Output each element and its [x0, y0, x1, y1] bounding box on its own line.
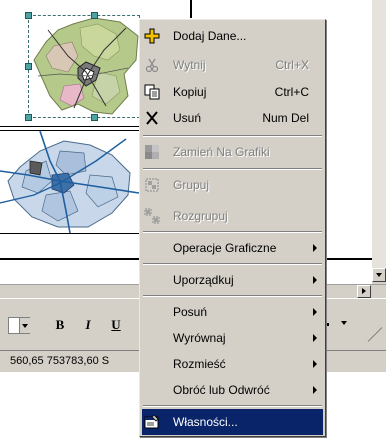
menu-item-label: Usuń — [173, 111, 202, 125]
scroll-down-button[interactable] — [372, 268, 386, 282]
menu-separator — [143, 295, 322, 297]
coordinates-readout: 560,65 753783,60 S — [10, 355, 110, 367]
menu-item-nudge[interactable]: Posuń — [142, 299, 323, 325]
menu-item-distribute[interactable]: Rozmieść — [142, 351, 323, 377]
delete-x-icon — [144, 110, 160, 126]
properties-icon — [144, 414, 160, 430]
submenu-arrow-icon — [313, 308, 317, 316]
menu-item-graphic-operations[interactable]: Operacje Graficzne — [142, 235, 323, 261]
vertical-scrollbar[interactable] — [372, 0, 386, 284]
menu-item-delete[interactable]: Usuń Num Del — [142, 105, 323, 131]
page-edge-line — [190, 0, 192, 18]
selection-handle-bottom[interactable] — [91, 114, 98, 121]
selection-handle-bottom-left[interactable] — [25, 114, 32, 121]
menu-item-rotate-or-flip[interactable]: Obróć lub Odwróć — [142, 377, 323, 403]
menu-item-ungroup[interactable]: Rozgrupuj — [142, 203, 323, 229]
divider-line — [0, 126, 140, 127]
menu-separator — [143, 135, 322, 137]
selection-handle-top[interactable] — [91, 12, 98, 19]
menu-item-label: Wytnij — [173, 58, 206, 72]
context-menu: Dodaj Dane... Wytnij Ctrl+X Kopiuj Ctrl+… — [139, 19, 326, 437]
font-size-dropdown[interactable] — [8, 317, 31, 334]
selection-handle-top-left[interactable] — [25, 12, 32, 19]
menu-item-shortcut: Ctrl+C — [274, 85, 309, 99]
menu-separator — [143, 168, 322, 170]
submenu-arrow-icon — [313, 360, 317, 368]
italic-button[interactable]: I — [78, 316, 98, 334]
menu-item-label: Własności... — [173, 415, 238, 429]
ungroup-icon — [144, 208, 160, 224]
menu-item-label: Wyrównaj — [173, 331, 226, 345]
resize-grip-icon — [367, 327, 383, 342]
menu-item-copy[interactable]: Kopiuj Ctrl+C — [142, 79, 323, 105]
submenu-arrow-icon — [313, 276, 317, 284]
menu-item-label: Posuń — [173, 305, 208, 319]
menu-item-shortcut: Num Del — [262, 111, 309, 125]
convert-graphics-icon — [144, 144, 160, 160]
selection-handle-left[interactable] — [25, 63, 32, 70]
scroll-right-button[interactable] — [357, 285, 371, 298]
menu-item-label: Grupuj — [173, 178, 210, 192]
submenu-arrow-icon — [313, 334, 317, 342]
menu-separator — [143, 231, 322, 233]
menu-item-label: Obróć lub Odwróć — [173, 383, 270, 397]
menu-item-label: Uporządkuj — [173, 273, 234, 287]
group-icon — [144, 177, 160, 193]
menu-item-group[interactable]: Grupuj — [142, 172, 323, 198]
menu-item-label: Zamień Na Grafiki — [173, 145, 270, 159]
menu-separator — [143, 405, 322, 407]
map-frame-2[interactable] — [0, 130, 140, 234]
menu-item-label: Rozgrupuj — [173, 209, 228, 223]
chevron-down-icon[interactable] — [19, 318, 31, 333]
menu-item-label: Rozmieść — [173, 357, 226, 371]
menu-item-properties[interactable]: Własności... — [142, 409, 323, 435]
scissors-icon — [144, 57, 160, 73]
bold-button[interactable]: B — [50, 316, 70, 334]
copy-icon — [144, 84, 160, 100]
menu-item-label: Dodaj Dane... — [173, 29, 247, 43]
menu-item-add-data[interactable]: Dodaj Dane... — [142, 23, 323, 49]
menu-item-convert-to-graphics[interactable]: Zamień Na Grafiki — [142, 139, 323, 165]
toolbar-dropdown-arrow-icon[interactable] — [341, 321, 347, 325]
underline-button[interactable]: U — [106, 316, 126, 334]
menu-item-shortcut: Ctrl+X — [275, 58, 309, 72]
add-data-icon — [144, 28, 160, 44]
menu-item-cut[interactable]: Wytnij Ctrl+X — [142, 52, 323, 78]
menu-item-align[interactable]: Wyrównaj — [142, 325, 323, 351]
map-regions-image — [0, 130, 140, 234]
menu-item-label: Operacje Graficzne — [173, 241, 277, 255]
vertical-scroll-track[interactable] — [372, 0, 386, 268]
selection-rectangle — [28, 15, 140, 118]
menu-separator — [143, 263, 322, 265]
toolbar-dot-icon — [326, 323, 329, 326]
menu-item-label: Kopiuj — [173, 85, 207, 99]
submenu-arrow-icon — [313, 244, 317, 252]
submenu-arrow-icon — [313, 386, 317, 394]
menu-item-arrange[interactable]: Uporządkuj — [142, 267, 323, 293]
